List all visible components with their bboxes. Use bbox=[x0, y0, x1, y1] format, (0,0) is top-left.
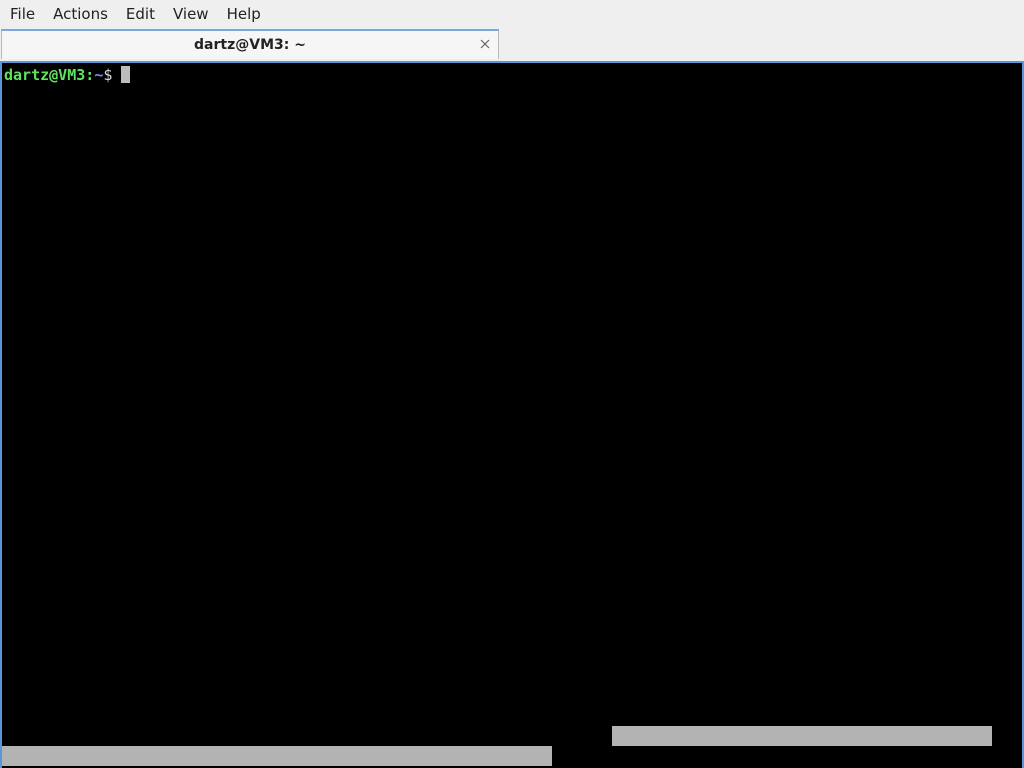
menubar: File Actions Edit View Help bbox=[0, 0, 1024, 29]
tab-terminal[interactable]: dartz@VM3: ~ bbox=[1, 29, 499, 59]
terminal-area[interactable]: dartz@VM3:~$ bbox=[0, 61, 1024, 768]
prompt-symbol: $ bbox=[103, 66, 113, 84]
prompt-path: ~ bbox=[94, 66, 104, 84]
close-icon[interactable] bbox=[479, 38, 491, 50]
text-cursor bbox=[121, 66, 131, 83]
scrollbar-overlay-right[interactable] bbox=[612, 726, 992, 746]
prompt-user-host: dartz@VM3: bbox=[4, 66, 95, 84]
tab-bar: dartz@VM3: ~ bbox=[0, 29, 1024, 61]
menu-actions[interactable]: Actions bbox=[44, 0, 117, 29]
scrollbar-overlay-left[interactable] bbox=[2, 746, 552, 766]
menu-help[interactable]: Help bbox=[218, 0, 270, 29]
terminal-window: File Actions Edit View Help dartz@VM3: ~… bbox=[0, 0, 1024, 768]
menu-file[interactable]: File bbox=[0, 0, 44, 29]
tab-title: dartz@VM3: ~ bbox=[194, 37, 306, 53]
menu-edit[interactable]: Edit bbox=[117, 0, 164, 29]
prompt-line: dartz@VM3:~$ bbox=[4, 66, 131, 84]
menu-view[interactable]: View bbox=[164, 0, 218, 29]
